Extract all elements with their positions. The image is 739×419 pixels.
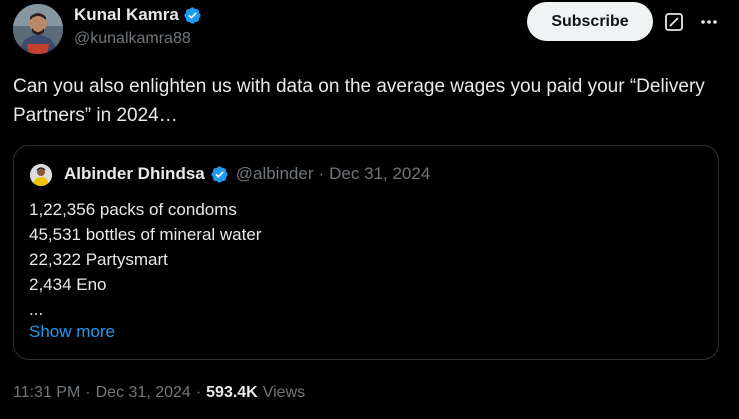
subscribe-button[interactable]: Subscribe bbox=[527, 2, 653, 41]
grok-icon[interactable] bbox=[665, 13, 683, 31]
quoted-meta-separator: · bbox=[318, 164, 325, 183]
views-label: Views bbox=[262, 384, 306, 401]
quoted-line: 1,22,356 packs of condoms bbox=[29, 200, 237, 219]
post-text: Can you also enlighten us with data on t… bbox=[13, 76, 705, 126]
quoted-post-text: 1,22,356 packs of condoms 45,531 bottles… bbox=[29, 197, 261, 322]
quoted-author-avatar[interactable] bbox=[30, 164, 52, 186]
quoted-post-header: Albinder Dhindsa @albinder · Dec 31, 202… bbox=[64, 164, 430, 184]
footer-separator: · bbox=[195, 384, 202, 401]
quoted-post-card[interactable]: Albinder Dhindsa @albinder · Dec 31, 202… bbox=[13, 145, 719, 360]
verified-badge-icon[interactable] bbox=[210, 165, 229, 184]
quoted-post-date[interactable]: Dec 31, 2024 bbox=[329, 164, 430, 184]
quoted-line: 22,322 Partysmart bbox=[29, 250, 168, 269]
quoted-author-name[interactable]: Albinder Dhindsa bbox=[64, 164, 205, 184]
post-time[interactable]: 11:31 PM bbox=[13, 384, 80, 402]
quoted-line: ... bbox=[29, 300, 44, 319]
author-display-name[interactable]: Kunal Kamra bbox=[74, 5, 179, 25]
author-handle[interactable]: @kunalkamra88 bbox=[74, 30, 191, 48]
views-count[interactable]: 593.4K bbox=[206, 384, 258, 402]
quoted-line: 45,531 bottles of mineral water bbox=[29, 225, 262, 244]
post-date[interactable]: Dec 31, 2024 bbox=[96, 384, 191, 402]
post-footer-meta: 11:31 PM · Dec 31, 2024 · 593.4K Views bbox=[13, 384, 305, 402]
author-name-row[interactable]: Kunal Kamra bbox=[74, 5, 202, 25]
quoted-author-handle[interactable]: @albinder bbox=[236, 164, 314, 184]
author-avatar[interactable] bbox=[13, 4, 63, 54]
post-header: Kunal Kamra @kunalkamra88 Subscribe bbox=[0, 0, 739, 64]
footer-separator: · bbox=[85, 384, 91, 401]
show-more-link[interactable]: Show more bbox=[29, 322, 115, 342]
quoted-line: 2,434 Eno bbox=[29, 275, 107, 294]
more-options-icon[interactable] bbox=[699, 12, 719, 32]
verified-badge-icon[interactable] bbox=[183, 6, 202, 25]
